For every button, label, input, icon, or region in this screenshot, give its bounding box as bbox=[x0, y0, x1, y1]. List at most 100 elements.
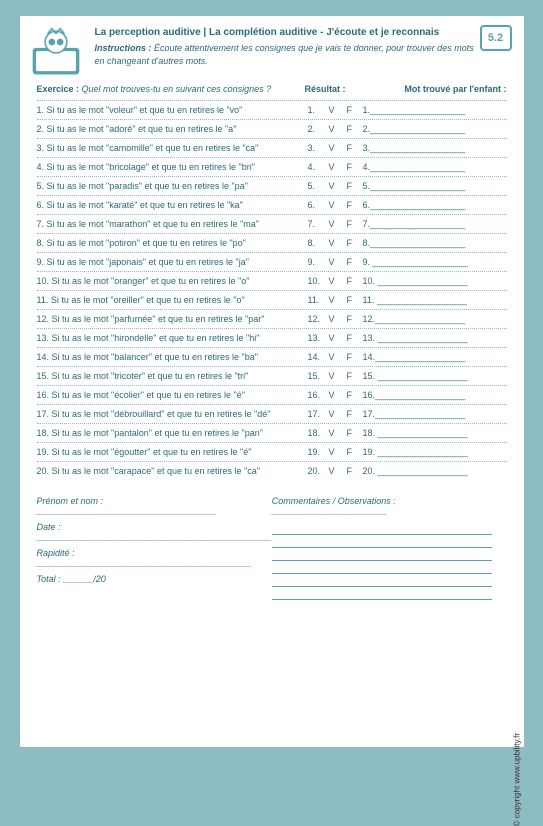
result-true[interactable]: V bbox=[329, 276, 347, 286]
result-num: 14. bbox=[308, 352, 329, 362]
result-false[interactable]: F bbox=[347, 352, 363, 362]
speed-field[interactable]: Rapidité : _____________________________… bbox=[37, 548, 272, 568]
answer-blank[interactable]: 13. __________________ bbox=[363, 333, 507, 343]
question-text: 8. Si tu as le mot "potiron" et que tu e… bbox=[37, 238, 308, 248]
question-text: 9. Si tu as le mot "japonais" et que tu … bbox=[37, 257, 308, 267]
result-true[interactable]: V bbox=[329, 257, 347, 267]
result-true[interactable]: V bbox=[329, 162, 347, 172]
comment-line[interactable] bbox=[272, 535, 492, 548]
answer-blank[interactable]: 7.___________________ bbox=[363, 219, 507, 229]
exercise-row: 17. Si tu as le mot "débrouillard" et qu… bbox=[37, 404, 507, 423]
result-false[interactable]: F bbox=[347, 124, 363, 134]
answer-blank[interactable]: 8.___________________ bbox=[363, 238, 507, 248]
result-true[interactable]: V bbox=[329, 371, 347, 381]
result-num: 5. bbox=[308, 181, 329, 191]
date-field[interactable]: Date : _________________________________… bbox=[37, 522, 272, 542]
result-num: 2. bbox=[308, 124, 329, 134]
result-false[interactable]: F bbox=[347, 181, 363, 191]
result-true[interactable]: V bbox=[329, 333, 347, 343]
result-false[interactable]: F bbox=[347, 257, 363, 267]
result-false[interactable]: F bbox=[347, 390, 363, 400]
answer-blank[interactable]: 12.__________________ bbox=[363, 314, 507, 324]
result-num: 7. bbox=[308, 219, 329, 229]
result-true[interactable]: V bbox=[329, 238, 347, 248]
result-true[interactable]: V bbox=[329, 428, 347, 438]
level-badge: 5.2 bbox=[480, 25, 512, 51]
result-false[interactable]: F bbox=[347, 105, 363, 115]
answer-blank[interactable]: 15. __________________ bbox=[363, 371, 507, 381]
comment-line[interactable] bbox=[272, 561, 492, 574]
result-false[interactable]: F bbox=[347, 371, 363, 381]
exercise-row: 20. Si tu as le mot "carapace" et que tu… bbox=[37, 461, 507, 480]
result-true[interactable]: V bbox=[329, 181, 347, 191]
answer-blank[interactable]: 3.___________________ bbox=[363, 143, 507, 153]
answer-blank[interactable]: 20. __________________ bbox=[363, 466, 507, 476]
exercise-row: 5. Si tu as le mot "paradis" et que tu e… bbox=[37, 176, 507, 195]
result-false[interactable]: F bbox=[347, 428, 363, 438]
answer-blank[interactable]: 5.___________________ bbox=[363, 181, 507, 191]
comment-line[interactable] bbox=[272, 587, 492, 600]
answer-blank[interactable]: 16.__________________ bbox=[363, 390, 507, 400]
exercise-row: 9. Si tu as le mot "japonais" et que tu … bbox=[37, 252, 507, 271]
question-text: 6. Si tu as le mot "karaté" et que tu en… bbox=[37, 200, 308, 210]
result-true[interactable]: V bbox=[329, 390, 347, 400]
answer-blank[interactable]: 14.__________________ bbox=[363, 352, 507, 362]
result-true[interactable]: V bbox=[329, 409, 347, 419]
result-false[interactable]: F bbox=[347, 162, 363, 172]
result-false[interactable]: F bbox=[347, 447, 363, 457]
result-false[interactable]: F bbox=[347, 314, 363, 324]
result-true[interactable]: V bbox=[329, 200, 347, 210]
result-num: 6. bbox=[308, 200, 329, 210]
question-text: 19. Si tu as le mot "égoutter" et que tu… bbox=[37, 447, 308, 457]
result-false[interactable]: F bbox=[347, 409, 363, 419]
exercise-row: 12. Si tu as le mot "parfumée" et que tu… bbox=[37, 309, 507, 328]
answer-blank[interactable]: 17.__________________ bbox=[363, 409, 507, 419]
result-true[interactable]: V bbox=[329, 352, 347, 362]
answer-blank[interactable]: 11. __________________ bbox=[363, 295, 507, 305]
result-false[interactable]: F bbox=[347, 276, 363, 286]
answer-blank[interactable]: 4.___________________ bbox=[363, 162, 507, 172]
result-true[interactable]: V bbox=[329, 219, 347, 229]
exercise-row: 16. Si tu as le mot "écolier" et que tu … bbox=[37, 385, 507, 404]
result-false[interactable]: F bbox=[347, 143, 363, 153]
result-true[interactable]: V bbox=[329, 466, 347, 476]
result-false[interactable]: F bbox=[347, 295, 363, 305]
exercise-row: 1. Si tu as le mot "voleur" et que tu en… bbox=[37, 100, 507, 119]
exercise-row: 11. Si tu as le mot "oreiller" et que tu… bbox=[37, 290, 507, 309]
question-text: 18. Si tu as le mot "pantalon" et que tu… bbox=[37, 428, 308, 438]
result-true[interactable]: V bbox=[329, 124, 347, 134]
answer-blank[interactable]: 9. ___________________ bbox=[363, 257, 507, 267]
answer-blank[interactable]: 10. __________________ bbox=[363, 276, 507, 286]
answer-blank[interactable]: 19. __________________ bbox=[363, 447, 507, 457]
result-true[interactable]: V bbox=[329, 143, 347, 153]
result-false[interactable]: F bbox=[347, 219, 363, 229]
comment-line[interactable] bbox=[272, 548, 492, 561]
question-text: 10. Si tu as le mot "oranger" et que tu … bbox=[37, 276, 308, 286]
exercise-row: 14. Si tu as le mot "balancer" et que tu… bbox=[37, 347, 507, 366]
result-false[interactable]: F bbox=[347, 200, 363, 210]
result-false[interactable]: F bbox=[347, 466, 363, 476]
answer-blank[interactable]: 2.___________________ bbox=[363, 124, 507, 134]
result-false[interactable]: F bbox=[347, 333, 363, 343]
result-num: 18. bbox=[308, 428, 329, 438]
answer-blank[interactable]: 18. __________________ bbox=[363, 428, 507, 438]
exercise-row: 7. Si tu as le mot "marathon" et que tu … bbox=[37, 214, 507, 233]
comment-line[interactable] bbox=[272, 574, 492, 587]
result-true[interactable]: V bbox=[329, 295, 347, 305]
result-true[interactable]: V bbox=[329, 314, 347, 324]
result-num: 19. bbox=[308, 447, 329, 457]
result-false[interactable]: F bbox=[347, 238, 363, 248]
instructions: Instructions : Écoute attentivement les … bbox=[95, 42, 479, 67]
result-true[interactable]: V bbox=[329, 105, 347, 115]
answer-blank[interactable]: 6.___________________ bbox=[363, 200, 507, 210]
result-true[interactable]: V bbox=[329, 447, 347, 457]
result-num: 12. bbox=[308, 314, 329, 324]
question-text: 15. Si tu as le mot "tricoter" et que tu… bbox=[37, 371, 308, 381]
question-text: 13. Si tu as le mot "hirondelle" et que … bbox=[37, 333, 308, 343]
total-field[interactable]: Total : ______/20 bbox=[37, 574, 272, 584]
question-text: 11. Si tu as le mot "oreiller" et que tu… bbox=[37, 295, 308, 305]
name-field[interactable]: Prénom et nom : ________________________… bbox=[37, 496, 272, 516]
comment-line[interactable] bbox=[272, 522, 492, 535]
question-text: 17. Si tu as le mot "débrouillard" et qu… bbox=[37, 409, 308, 419]
answer-blank[interactable]: 1.___________________ bbox=[363, 105, 507, 115]
